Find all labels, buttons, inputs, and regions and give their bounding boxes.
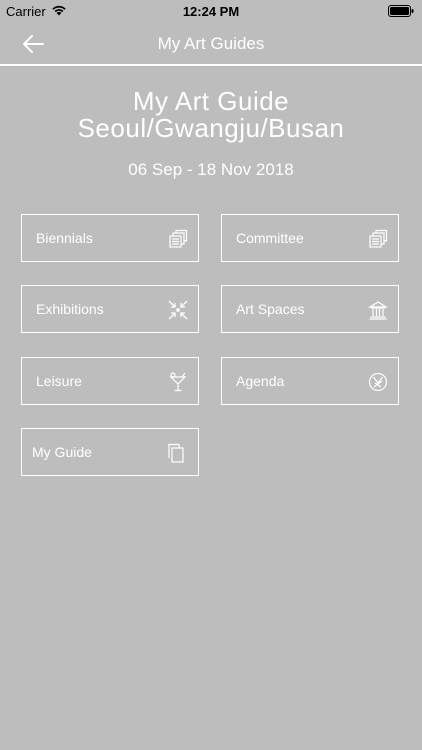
stack-icon bbox=[168, 229, 188, 249]
my-guide-button[interactable]: My Guide bbox=[21, 428, 199, 476]
guide-dates: 06 Sep - 18 Nov 2018 bbox=[128, 160, 294, 179]
biennials-label: Biennials bbox=[36, 230, 93, 246]
documents-icon bbox=[166, 443, 186, 463]
committee-button[interactable]: Committee bbox=[221, 214, 399, 262]
nav-title: My Art Guides bbox=[157, 34, 265, 53]
status-bar: Carrier 12:24 PM bbox=[0, 0, 422, 22]
leisure-label: Leisure bbox=[36, 373, 82, 389]
art-spaces-button[interactable]: Art Spaces bbox=[221, 285, 399, 333]
guide-title: My Art Guide bbox=[132, 86, 290, 116]
art-spaces-label: Art Spaces bbox=[236, 301, 305, 317]
building-icon bbox=[368, 300, 388, 320]
my-guide-label: My Guide bbox=[32, 444, 92, 460]
guide-header: My Art Guide Seoul/Gwangju/Busan 06 Sep … bbox=[0, 88, 422, 180]
committee-label: Committee bbox=[236, 230, 304, 246]
navigation-bar: My Art Guides bbox=[0, 22, 422, 66]
agenda-icon bbox=[368, 372, 388, 392]
exhibitions-button[interactable]: Exhibitions bbox=[21, 285, 199, 333]
arrows-inward-icon bbox=[168, 300, 188, 320]
leisure-button[interactable]: Leisure bbox=[21, 357, 199, 405]
guide-cities: Seoul/Gwangju/Busan bbox=[77, 113, 345, 143]
battery-icon bbox=[388, 5, 414, 20]
stack-icon bbox=[368, 229, 388, 249]
agenda-label: Agenda bbox=[236, 373, 285, 389]
biennials-button[interactable]: Biennials bbox=[21, 214, 199, 262]
agenda-button[interactable]: Agenda bbox=[221, 357, 399, 405]
status-time: 12:24 PM bbox=[182, 4, 240, 19]
cocktail-icon bbox=[168, 372, 188, 392]
exhibitions-label: Exhibitions bbox=[36, 301, 104, 317]
